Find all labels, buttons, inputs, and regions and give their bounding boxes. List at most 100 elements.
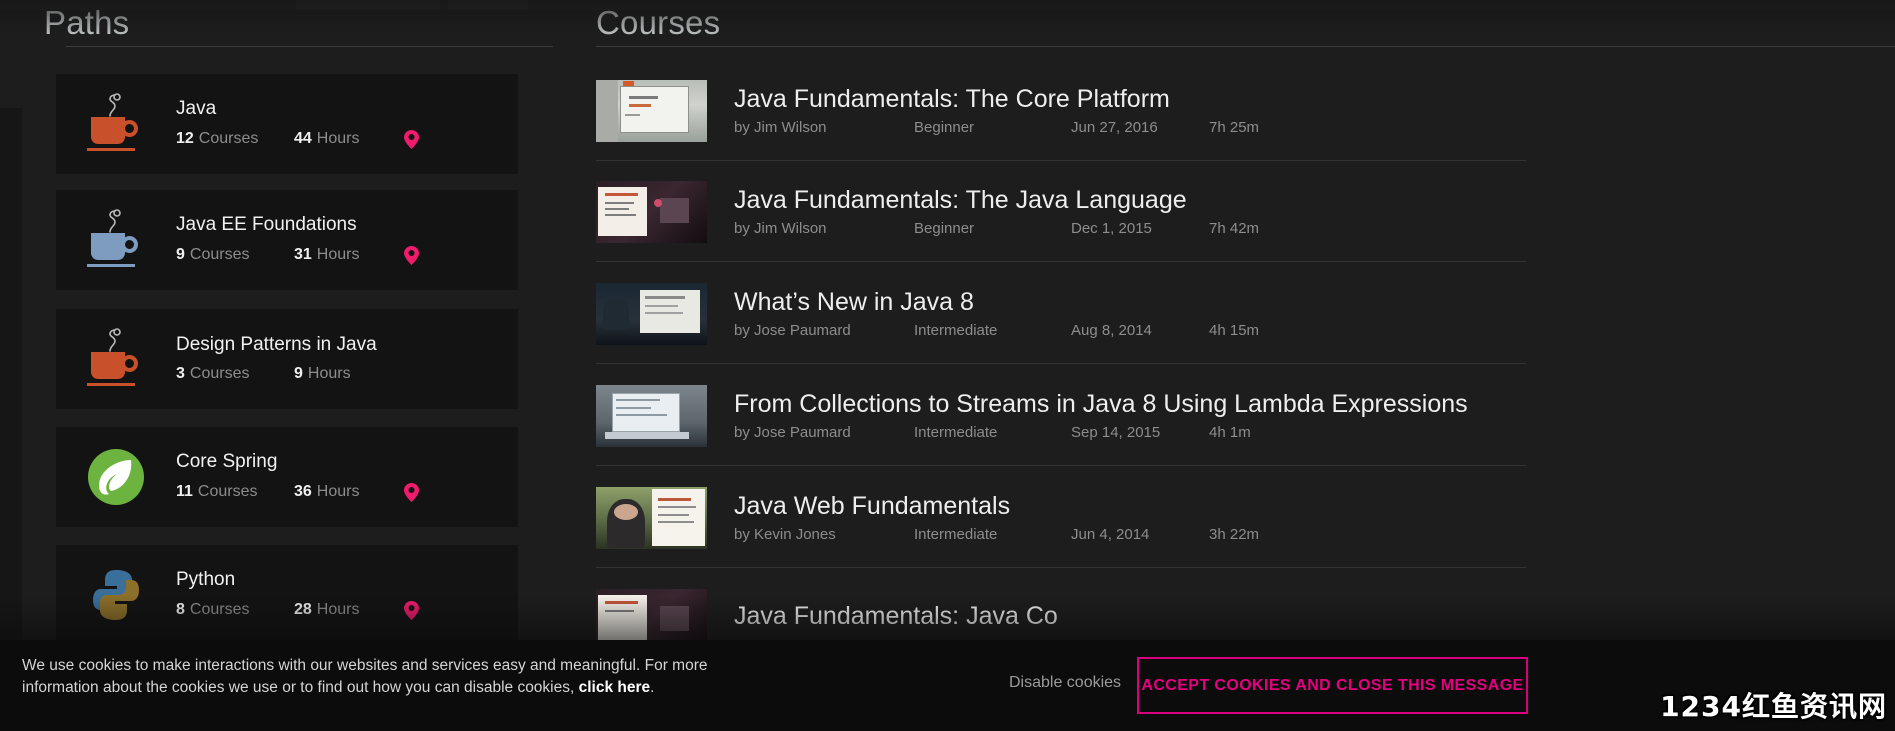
path-hours-group: 31 Hours — [294, 246, 404, 264]
path-meta: 8 Courses 28 Hours — [176, 600, 508, 620]
course-level: Intermediate — [914, 322, 998, 340]
courses-divider — [596, 46, 1526, 47]
cookie-line-1: We use cookies to make interactions with… — [22, 657, 708, 674]
course-row[interactable]: From Collections to Streams in Java 8 Us… — [596, 365, 1526, 466]
path-name: Python — [176, 569, 236, 591]
course-info: Java Web Fundamentals by Kevin Jones Int… — [707, 492, 1526, 544]
path-card-python[interactable]: Python 8 Courses 28 Hours — [56, 545, 518, 645]
course-author: by Kevin Jones — [734, 526, 836, 544]
course-title: What’s New in Java 8 — [734, 287, 974, 316]
course-thumbnail — [596, 384, 707, 447]
coffee-cup-icon — [87, 209, 145, 271]
watermark-text: 1234红鱼资讯网 — [1660, 690, 1887, 723]
course-row[interactable]: Java Fundamentals: The Java Language by … — [596, 161, 1526, 262]
course-date: Sep 14, 2015 — [1071, 424, 1161, 442]
path-hours-group: 28 Hours — [294, 601, 404, 619]
path-card-design-patterns-in-java[interactable]: Design Patterns in Java 3 Courses 9 Hour… — [56, 309, 518, 409]
path-name: Java — [176, 98, 217, 120]
path-icon-wrap — [56, 545, 176, 645]
course-duration: 4h 15m — [1209, 322, 1260, 340]
path-courses-group: 3 Courses — [176, 365, 294, 383]
bookmark-pin-icon[interactable] — [404, 129, 419, 149]
course-author: by Jose Paumard — [734, 322, 851, 340]
course-row[interactable]: Java Web Fundamentals by Kevin Jones Int… — [596, 467, 1526, 568]
course-row-divider — [596, 465, 1526, 466]
path-meta: 9 Courses 31 Hours — [176, 245, 508, 265]
paths-divider — [66, 46, 553, 47]
course-author: by Jim Wilson — [734, 119, 827, 137]
path-hours-label: Hours — [316, 483, 360, 501]
left-gutter — [0, 108, 22, 731]
course-info: From Collections to Streams in Java 8 Us… — [707, 390, 1526, 442]
python-icon — [87, 566, 145, 624]
course-date: Dec 1, 2015 — [1071, 220, 1152, 238]
cookie-line-2-post: . — [650, 679, 655, 696]
path-hours-label: Hours — [316, 246, 360, 264]
path-courses-count: 8 — [176, 601, 185, 619]
course-row-divider — [596, 363, 1526, 364]
course-row-divider — [596, 567, 1526, 568]
course-date: Jun 27, 2016 — [1071, 119, 1158, 137]
path-hours-count: 44 — [294, 130, 312, 148]
course-duration: 7h 42m — [1209, 220, 1260, 238]
path-card-java[interactable]: Java 12 Courses 44 Hours — [56, 74, 518, 174]
coffee-cup-icon — [87, 93, 145, 155]
course-meta: by Kevin Jones Intermediate Jun 4, 2014 … — [734, 526, 1526, 543]
path-courses-label: Courses — [198, 130, 259, 148]
course-duration: 3h 22m — [1209, 526, 1260, 544]
course-author: by Jim Wilson — [734, 220, 827, 238]
bookmark-pin-icon[interactable] — [404, 482, 419, 502]
course-thumbnail — [596, 282, 707, 345]
path-body: Python 8 Courses 28 Hours — [176, 569, 518, 620]
path-icon-wrap — [56, 190, 176, 290]
course-level: Beginner — [914, 220, 975, 238]
path-name: Java EE Foundations — [176, 214, 357, 236]
steam-icon — [109, 328, 121, 352]
course-date: Jun 4, 2014 — [1071, 526, 1150, 544]
course-title: Java Fundamentals: Java Co — [734, 602, 1058, 631]
course-row[interactable]: What’s New in Java 8 by Jose Paumard Int… — [596, 263, 1526, 364]
bookmark-pin-icon[interactable] — [404, 600, 419, 620]
course-row[interactable]: Java Fundamentals: The Core Platform by … — [596, 60, 1526, 161]
course-title: Java Fundamentals: The Java Language — [734, 185, 1187, 214]
path-hours-label: Hours — [316, 601, 360, 619]
path-meta: 3 Courses 9 Hours — [176, 365, 508, 383]
course-row-divider — [596, 261, 1526, 262]
courses-divider-right — [1526, 46, 1895, 47]
course-level: Intermediate — [914, 526, 998, 544]
course-thumbnail — [596, 180, 707, 243]
path-hours-label: Hours — [316, 130, 360, 148]
path-courses-group: 8 Courses — [176, 601, 294, 619]
path-name: Core Spring — [176, 451, 278, 473]
path-courses-count: 3 — [176, 365, 185, 383]
cookie-click-here-link[interactable]: click here — [579, 679, 651, 696]
path-hours-group: 36 Hours — [294, 483, 404, 501]
path-card-java-ee-foundations[interactable]: Java EE Foundations 9 Courses 31 Hours — [56, 190, 518, 290]
course-info: Java Fundamentals: Java Co — [707, 602, 1526, 637]
course-meta: by Jose Paumard Intermediate Aug 8, 2014… — [734, 322, 1526, 339]
path-courses-group: 11 Courses — [176, 483, 294, 501]
course-duration: 4h 1m — [1209, 424, 1251, 442]
course-info: What’s New in Java 8 by Jose Paumard Int… — [707, 288, 1526, 340]
courses-column: Courses Java Fundamentals: The Core Plat… — [596, 0, 1895, 731]
course-title: Java Fundamentals: The Core Platform — [734, 84, 1170, 113]
path-hours-group: 44 Hours — [294, 130, 404, 148]
steam-icon — [109, 93, 121, 117]
course-meta: by Jim Wilson Beginner Dec 1, 2015 7h 42… — [734, 220, 1526, 237]
page-root: Paths Java 12 Courses 44 Hours Java EE F… — [0, 0, 1895, 731]
course-meta: by Jim Wilson Beginner Jun 27, 2016 7h 2… — [734, 119, 1526, 136]
accept-cookies-button[interactable]: ACCEPT COOKIES AND CLOSE THIS MESSAGE — [1137, 657, 1528, 714]
path-meta: 11 Courses 36 Hours — [176, 482, 508, 502]
cookie-consent-banner: We use cookies to make interactions with… — [0, 640, 1895, 731]
bookmark-pin-icon[interactable] — [404, 245, 419, 265]
disable-cookies-link[interactable]: Disable cookies — [1009, 674, 1121, 692]
path-meta: 12 Courses 44 Hours — [176, 129, 508, 149]
path-courses-label: Courses — [197, 483, 258, 501]
path-body: Design Patterns in Java 3 Courses 9 Hour… — [176, 334, 518, 384]
path-icon-wrap — [56, 74, 176, 174]
course-date: Aug 8, 2014 — [1071, 322, 1152, 340]
path-courses-label: Courses — [189, 246, 250, 264]
path-courses-group: 9 Courses — [176, 246, 294, 264]
cookie-banner-text: We use cookies to make interactions with… — [22, 655, 822, 699]
path-card-core-spring[interactable]: Core Spring 11 Courses 36 Hours — [56, 427, 518, 527]
